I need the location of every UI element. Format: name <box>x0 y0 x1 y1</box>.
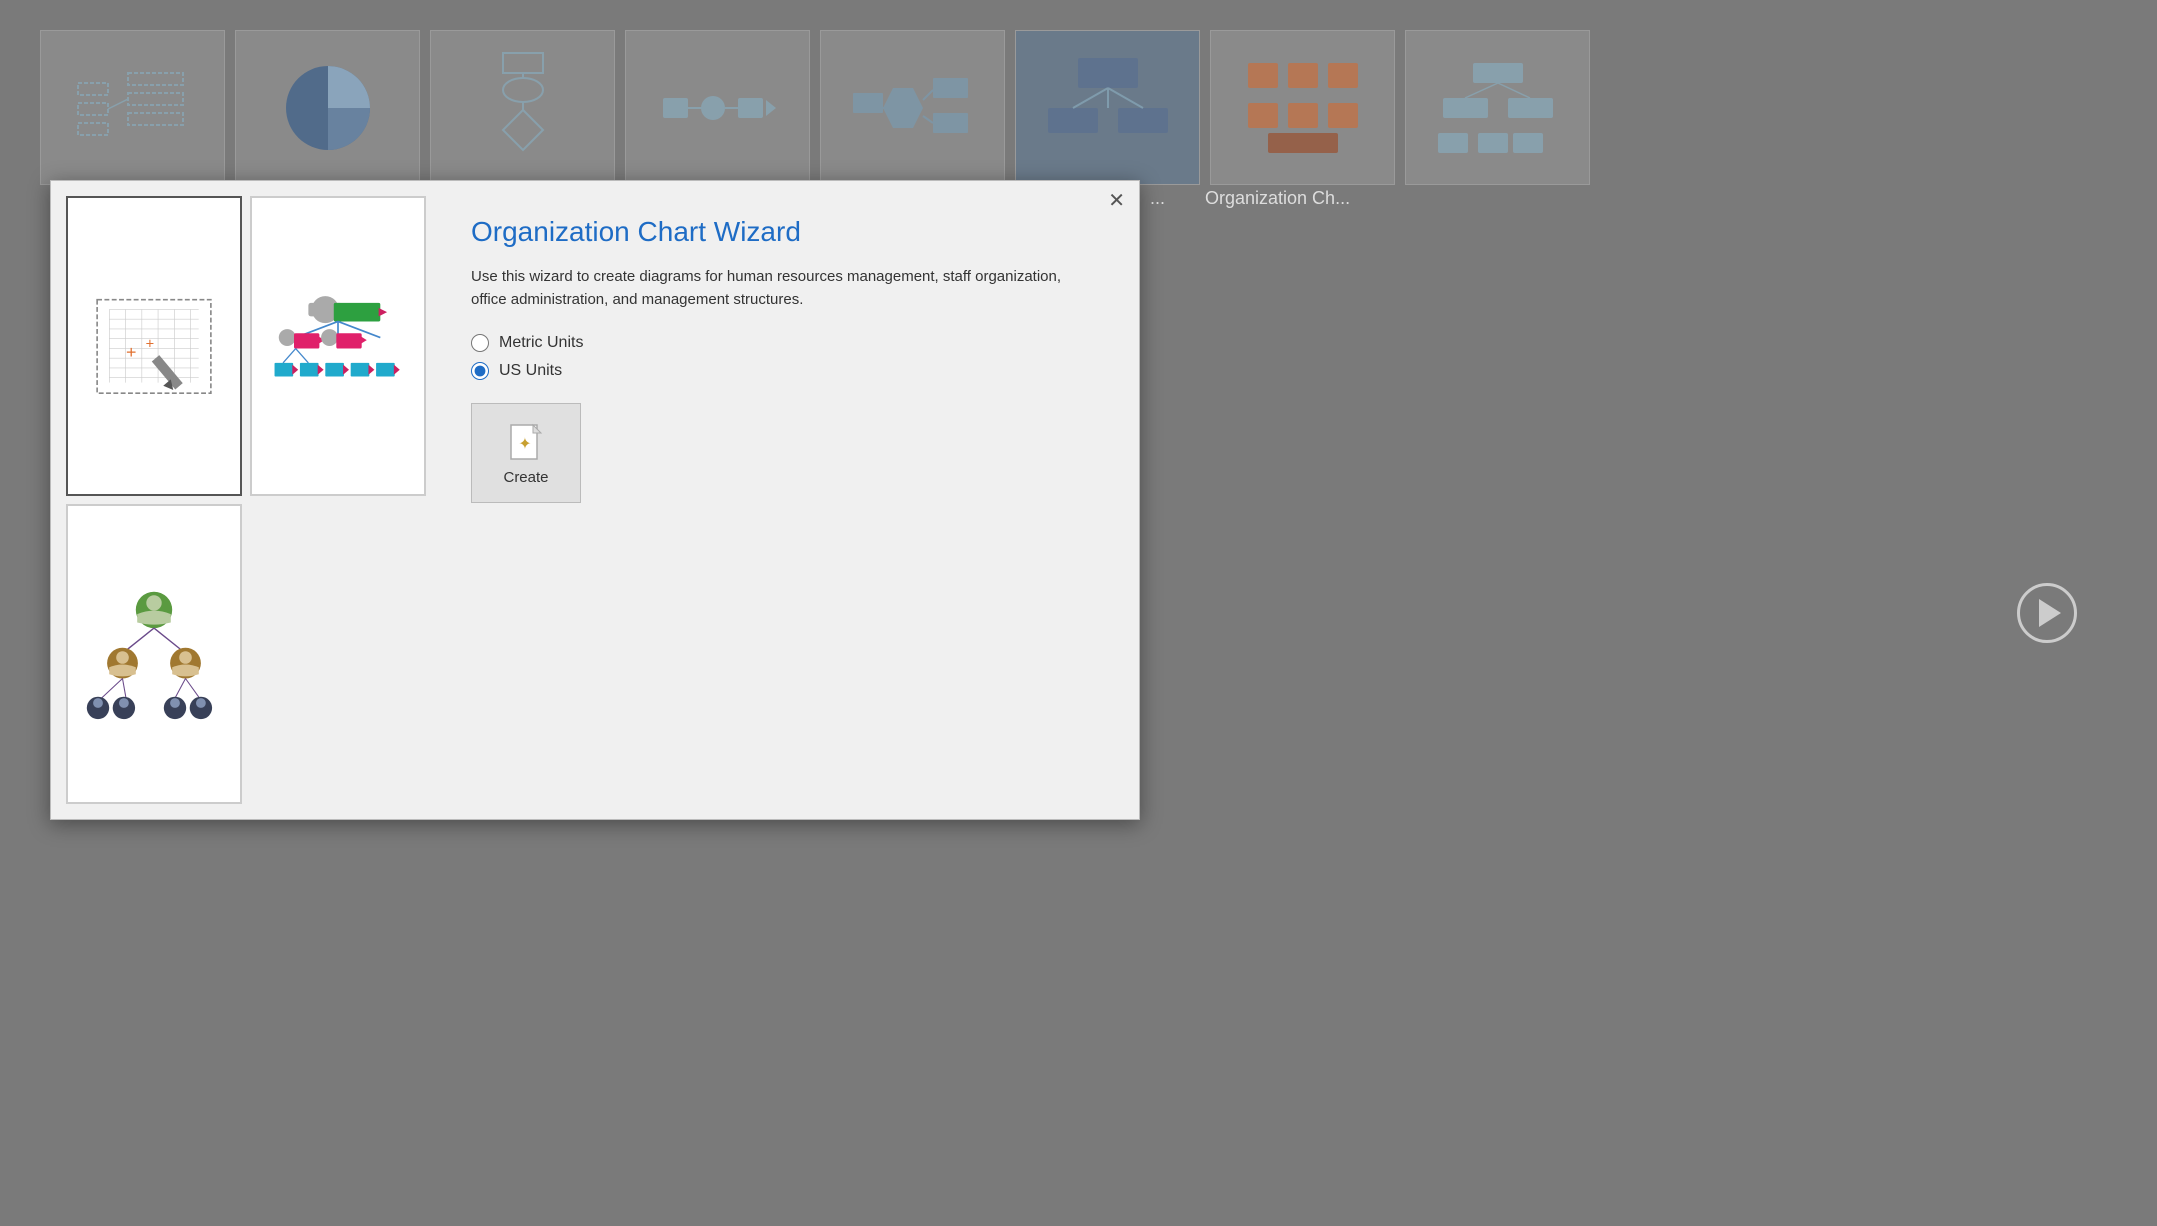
close-button[interactable]: ✕ <box>1108 191 1125 211</box>
bg-thumb-5[interactable] <box>820 30 1005 185</box>
wizard-title: Organization Chart Wizard <box>471 216 1094 248</box>
bg-thumb-3[interactable] <box>430 30 615 185</box>
bg-thumb-7[interactable] <box>1210 30 1395 185</box>
metric-units-option[interactable]: Metric Units <box>471 334 1094 352</box>
thumb-card-grid[interactable]: + + + <box>66 196 242 496</box>
bg-thumb-2[interactable] <box>235 30 420 185</box>
bg-thumb-8[interactable] <box>1405 30 1590 185</box>
thumb-card-color-org[interactable] <box>250 196 426 496</box>
us-units-option[interactable]: US Units <box>471 362 1094 380</box>
modal-body: + + + <box>51 181 1139 819</box>
us-units-radio[interactable] <box>471 362 489 380</box>
metric-units-label: Metric Units <box>499 334 583 352</box>
right-panel: Organization Chart Wizard Use this wizar… <box>441 196 1124 804</box>
play-button[interactable] <box>2017 583 2077 643</box>
svg-text:✦: ✦ <box>518 436 531 453</box>
bg-label-1: ... <box>1150 188 1165 209</box>
metric-units-radio[interactable] <box>471 334 489 352</box>
bg-thumb-4[interactable] <box>625 30 810 185</box>
bg-label-2: Organization Ch... <box>1205 188 1350 209</box>
bg-thumb-1[interactable] <box>40 30 225 185</box>
thumb-card-avatar-org[interactable] <box>66 504 242 804</box>
left-panel: + + + <box>66 196 426 804</box>
units-radio-group: Metric Units US Units <box>471 334 1094 380</box>
create-icon: ✦ <box>507 421 545 463</box>
create-button-label: Create <box>503 469 548 486</box>
modal-dialog: ✕ <box>50 180 1140 820</box>
svg-text:+: + <box>146 336 155 352</box>
wizard-description: Use this wizard to create diagrams for h… <box>471 266 1094 311</box>
bg-thumb-6[interactable] <box>1015 30 1200 185</box>
us-units-label: US Units <box>499 362 562 380</box>
svg-text:+: + <box>126 342 136 362</box>
create-button[interactable]: ✦ Create <box>471 403 581 503</box>
